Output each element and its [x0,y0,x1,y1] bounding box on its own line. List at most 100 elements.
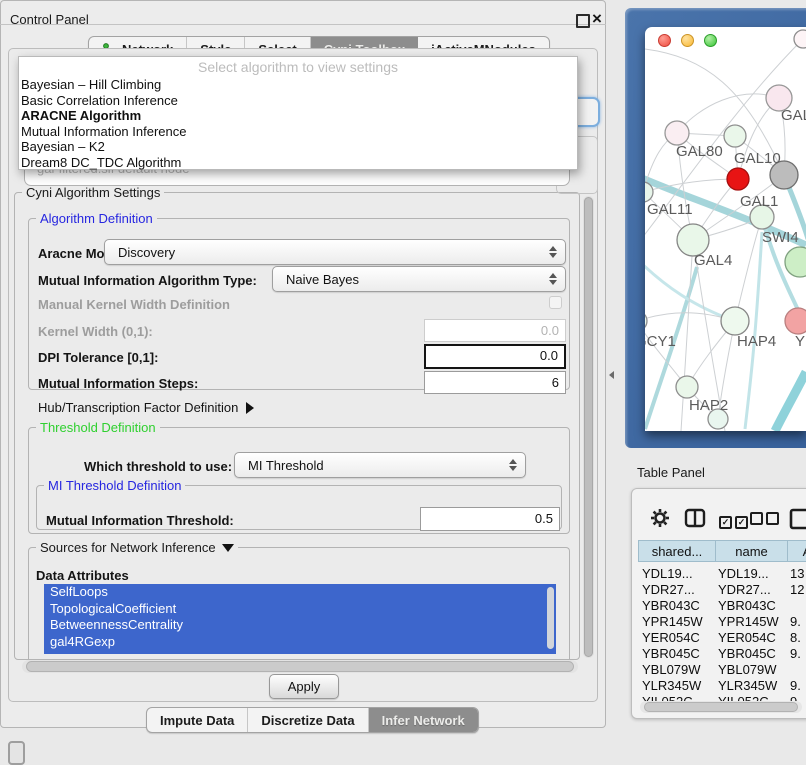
mi-type-combobox[interactable]: Naive Bayes [272,266,566,292]
spinner-arrows-icon [548,273,556,285]
node-gal80[interactable] [665,121,689,145]
algorithm-option[interactable]: Dream8 DC_TDC Algorithm [19,155,577,171]
table-data-combobox[interactable]: gal-filtered.sif default node [24,168,570,186]
data-attributes-list: SelfLoops TopologicalCoefficient Between… [44,584,556,654]
which-threshold-value: MI Threshold [248,458,324,473]
which-threshold-label: Which threshold to use: [84,459,232,474]
mi-threshold-group-title: MI Threshold Definition [44,478,185,493]
table-row[interactable]: YBL079W YBL079W [638,662,806,678]
algorithm-option[interactable]: Bayesian – K2 [19,139,577,155]
scrollbar-thumb[interactable] [26,661,574,672]
select-all-columns-icon[interactable]: ✓✓ [719,512,751,530]
scrollbar-thumb[interactable] [644,702,798,712]
close-icon[interactable]: × [592,9,602,29]
table-settings-gear-icon[interactable] [650,508,670,528]
mi-type-value: Naive Bayes [286,272,359,287]
node-label: GAL10 [734,150,781,167]
node-gcy1[interactable] [645,311,647,331]
mi-type-label: Mutual Information Algorithm Type: [38,273,257,288]
bottom-tabs: Impute Data Discretize Data Infer Networ… [146,707,479,733]
node-selected-red[interactable] [727,168,749,190]
spinner-arrows-icon [508,459,516,471]
attribute-item[interactable]: BetweennessCentrality [44,617,556,634]
data-attributes-label: Data Attributes [36,568,129,583]
control-panel-title: Control Panel [10,12,89,27]
node-hap2[interactable] [676,376,698,398]
mi-threshold-field[interactable]: 0.5 [420,507,560,531]
node-label: GAL80 [676,143,723,160]
collapse-down-icon [222,544,234,552]
column-header[interactable]: A [787,540,806,562]
apply-button[interactable]: Apply [269,674,339,699]
table-row[interactable]: YIL052C YIL052C 9 [638,694,806,701]
algorithm-option[interactable]: Bayesian – Hill Climbing [19,77,577,93]
node[interactable] [794,30,806,48]
show-columns-icon[interactable] [684,508,706,528]
attribute-item[interactable]: gal4RGexp [44,634,556,651]
kernel-width-label: Kernel Width (0,1): [38,324,153,339]
table-row[interactable]: YBR045C YBR045C 9. [638,646,806,662]
column-header[interactable]: name [715,540,788,562]
network-canvas[interactable]: GAL GAL80 GAL10 GAL1 GAL11 SWI4 GAL4 GCY… [645,27,806,431]
attribute-item[interactable]: SelfLoops [44,584,556,601]
manual-kernel-checkbox[interactable] [549,296,562,309]
hub-definition-toggle[interactable]: Hub/Transcription Factor Definition [38,400,254,415]
table-row[interactable]: YER054C YER054C 8. [638,630,806,646]
splitter-collapse-icon[interactable] [609,371,614,379]
node-pink[interactable] [785,308,806,334]
expand-right-icon [246,402,254,414]
which-threshold-combobox[interactable]: MI Threshold [234,452,526,478]
node-hap4[interactable] [721,307,749,335]
table-panel-title: Table Panel [637,465,705,480]
node-swi4[interactable] [785,247,806,277]
tab-discretize-data[interactable]: Discretize Data [248,708,368,732]
tab-infer-network[interactable]: Infer Network [369,708,478,732]
table-horizontal-scrollbar[interactable] [640,701,802,713]
node-label: GAL [781,107,806,124]
tab-impute-data[interactable]: Impute Data [147,708,248,732]
dpi-tolerance-label: DPI Tolerance [0,1]: [38,350,158,365]
node-label: SWI4 [762,229,799,246]
algorithm-option-selected[interactable]: ARACNE Algorithm [19,108,577,124]
algorithm-dropdown-prompt: Select algorithm to view settings [19,57,577,77]
node-label: HAP4 [737,333,776,350]
settings-horizontal-scrollbar[interactable] [22,660,578,673]
dock-panel-icon[interactable] [8,741,25,765]
table-row[interactable]: YLR345W YLR345W 9. [638,678,806,694]
node-label: Y [795,333,805,350]
kernel-width-field[interactable]: 0.0 [424,319,566,342]
column-header[interactable]: shared... [638,540,716,562]
settings-vertical-scrollbar[interactable] [583,196,594,658]
node-gal10[interactable] [724,125,746,147]
mi-steps-label: Mutual Information Steps: [38,376,198,391]
table-row[interactable]: YDL19... YDL19... 13 [638,566,806,582]
node-label: GAL11 [647,201,693,218]
table-row[interactable]: YDR27... YDR27... 12 [638,582,806,598]
node-label: GCY1 [645,333,676,350]
table-row[interactable]: YPR145W YPR145W 9. [638,614,806,630]
threshold-definition-title: Threshold Definition [36,420,160,435]
sources-group-title[interactable]: Sources for Network Inference [36,540,238,555]
dpi-tolerance-field[interactable]: 0.0 [424,344,566,369]
table-row[interactable]: YBR043C YBR043C [638,598,806,614]
mi-threshold-label: Mutual Information Threshold: [46,513,234,528]
network-view[interactable]: GAL GAL80 GAL10 GAL1 GAL11 SWI4 GAL4 GCY… [645,27,806,431]
hub-definition-label: Hub/Transcription Factor Definition [38,400,238,415]
deselect-all-columns-icon[interactable] [750,512,782,530]
mi-steps-field[interactable]: 6 [424,371,566,394]
attribute-item[interactable]: TopologicalCoefficient [44,601,556,618]
float-window-icon[interactable] [576,14,590,28]
node-label: HAP2 [689,397,728,414]
scrollbar-thumb[interactable] [584,197,593,657]
export-table-icon[interactable] [789,508,806,530]
spinner-arrows-icon [548,246,556,258]
algorithm-option[interactable]: Mutual Information Inference [19,124,577,140]
algorithm-option[interactable]: Basic Correlation Inference [19,93,577,109]
list-vertical-scrollbar[interactable] [547,587,554,649]
node-label: GAL1 [740,193,778,210]
aracne-mode-value: Discovery [118,245,175,260]
manual-kernel-label: Manual Kernel Width Definition [38,297,230,312]
aracne-mode-combobox[interactable]: Discovery [104,239,566,265]
algorithm-definition-title: Algorithm Definition [36,211,157,226]
control-panel-titlebar [0,0,606,25]
